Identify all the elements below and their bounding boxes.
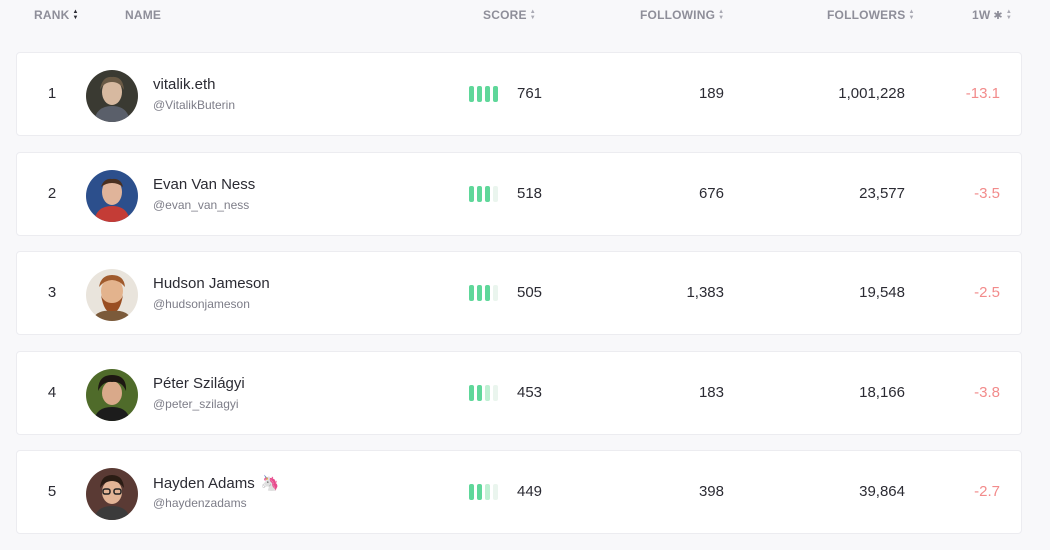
column-header-1w-label: 1W bbox=[972, 8, 991, 22]
score-bar bbox=[493, 484, 498, 500]
weekly-change: -3.8 bbox=[974, 383, 1000, 401]
column-header-rank-label: RANK bbox=[34, 8, 70, 22]
followers-count: 39,864 bbox=[859, 483, 905, 500]
column-header-score-label: SCORE bbox=[483, 8, 527, 22]
score-bar bbox=[477, 384, 482, 401]
asterisk-icon: ✱ bbox=[993, 9, 1003, 22]
score-bars bbox=[469, 86, 498, 102]
sort-icon[interactable]: ▲ ▼ bbox=[530, 9, 536, 21]
score-value: 453 bbox=[517, 383, 543, 401]
avatar bbox=[86, 468, 138, 520]
score-value: 449 bbox=[517, 483, 543, 500]
avatar bbox=[86, 269, 138, 321]
sort-icon[interactable]: ▲ ▼ bbox=[718, 9, 724, 21]
weekly-change: -2.7 bbox=[974, 483, 1000, 500]
weekly-change: -2.5 bbox=[974, 284, 1000, 301]
score-bar bbox=[477, 86, 482, 102]
score-bar bbox=[469, 86, 474, 102]
user-name[interactable]: Evan Van Ness bbox=[153, 176, 255, 193]
score-bar bbox=[485, 384, 490, 401]
score-bar bbox=[477, 484, 482, 500]
user-name[interactable]: vitalik.eth bbox=[153, 76, 216, 93]
score-bars bbox=[469, 185, 498, 202]
avatar bbox=[86, 70, 138, 122]
rank-number: 2 bbox=[47, 184, 57, 202]
score-bar bbox=[469, 484, 474, 500]
following-count: 183 bbox=[698, 383, 724, 401]
followers-count: 19,548 bbox=[859, 284, 905, 301]
score-bar bbox=[469, 285, 474, 301]
score-value: 518 bbox=[517, 184, 543, 202]
following-count: 398 bbox=[698, 483, 724, 500]
score-bar bbox=[493, 185, 498, 202]
user-name-text: Hayden Adams bbox=[153, 474, 255, 492]
avatar bbox=[86, 169, 138, 222]
score-value: 761 bbox=[517, 85, 543, 102]
column-header-followers-label: FOLLOWERS bbox=[827, 8, 906, 22]
column-header-name-label: NAME bbox=[125, 8, 162, 22]
followers-count: 1,001,228 bbox=[838, 85, 905, 102]
score-bar bbox=[493, 384, 498, 401]
rank-number: 5 bbox=[47, 483, 57, 500]
score-bars bbox=[469, 484, 498, 500]
followers-count: 23,577 bbox=[859, 184, 905, 202]
score-bar bbox=[485, 484, 490, 500]
user-name[interactable]: Hudson Jameson bbox=[153, 275, 270, 292]
user-handle[interactable]: @haydenzadams bbox=[153, 496, 247, 510]
avatar bbox=[86, 368, 138, 421]
column-header-following-label: FOLLOWING bbox=[640, 8, 716, 22]
column-header-1w[interactable]: 1W ✱ ▲ ▼ bbox=[972, 8, 1012, 22]
column-header-score[interactable]: SCORE ▲ ▼ bbox=[483, 8, 536, 22]
user-name-text: Péter Szilágyi bbox=[153, 374, 245, 392]
weekly-change: -13.1 bbox=[965, 85, 1000, 102]
score-bars bbox=[469, 384, 498, 401]
score-bar bbox=[477, 185, 482, 202]
score-value: 505 bbox=[517, 284, 543, 301]
column-header-followers[interactable]: FOLLOWERS ▲ ▼ bbox=[827, 8, 915, 22]
unicorn-icon: 🦄 bbox=[260, 475, 280, 492]
following-count: 1,383 bbox=[686, 284, 724, 301]
score-bar bbox=[493, 285, 498, 301]
user-name-text: Hudson Jameson bbox=[153, 275, 270, 292]
sort-icon[interactable]: ▲ ▼ bbox=[72, 9, 78, 21]
weekly-change: -3.5 bbox=[974, 184, 1000, 202]
followers-count: 18,166 bbox=[859, 383, 905, 401]
score-bar bbox=[485, 185, 490, 202]
sort-icon[interactable]: ▲ ▼ bbox=[1006, 9, 1012, 21]
user-name-text: vitalik.eth bbox=[153, 76, 216, 93]
user-name-text: Evan Van Ness bbox=[153, 175, 256, 193]
sort-icon[interactable]: ▲ ▼ bbox=[908, 9, 914, 21]
rank-number: 3 bbox=[47, 284, 57, 301]
table-row[interactable]: 1 vitalik.eth @VitalikButerin 761 189 1,… bbox=[16, 52, 1022, 136]
table-header: RANK ▲ ▼ NAME SCORE ▲ ▼ FOLLOWING ▲ ▼ FOLLO… bbox=[0, 0, 1050, 32]
score-bar bbox=[493, 86, 498, 102]
column-header-following[interactable]: FOLLOWING ▲ ▼ bbox=[640, 8, 724, 22]
rank-number: 4 bbox=[47, 383, 57, 401]
score-bar bbox=[485, 285, 490, 301]
user-handle[interactable]: @peter_szilagyi bbox=[153, 397, 239, 411]
user-handle[interactable]: @hudsonjameson bbox=[153, 297, 250, 311]
table-row[interactable]: 4 Péter Szilágyi @peter_szilagyi 453 183… bbox=[16, 350, 1022, 435]
score-bars bbox=[469, 285, 498, 301]
table-row[interactable]: 5 Hayden Adams 🦄 @haydenzadams 449 398 3… bbox=[16, 450, 1022, 534]
score-bar bbox=[485, 86, 490, 102]
score-bar bbox=[477, 285, 482, 301]
table-row[interactable]: 2 Evan Van Ness @evan_van_ness 518 676 2… bbox=[16, 151, 1022, 236]
table-row[interactable]: 3 Hudson Jameson @hudsonjameson 505 1,38… bbox=[16, 251, 1022, 335]
column-header-rank[interactable]: RANK ▲ ▼ bbox=[34, 8, 79, 22]
user-name[interactable]: Hayden Adams 🦄 bbox=[153, 474, 280, 493]
following-count: 189 bbox=[698, 85, 724, 102]
score-bar bbox=[469, 384, 474, 401]
score-bar bbox=[469, 185, 474, 202]
following-count: 676 bbox=[698, 184, 724, 202]
column-header-name: NAME bbox=[125, 8, 161, 22]
user-handle[interactable]: @VitalikButerin bbox=[153, 98, 235, 112]
user-handle[interactable]: @evan_van_ness bbox=[153, 198, 249, 212]
user-name[interactable]: Péter Szilágyi bbox=[153, 375, 245, 392]
rank-number: 1 bbox=[47, 85, 57, 102]
